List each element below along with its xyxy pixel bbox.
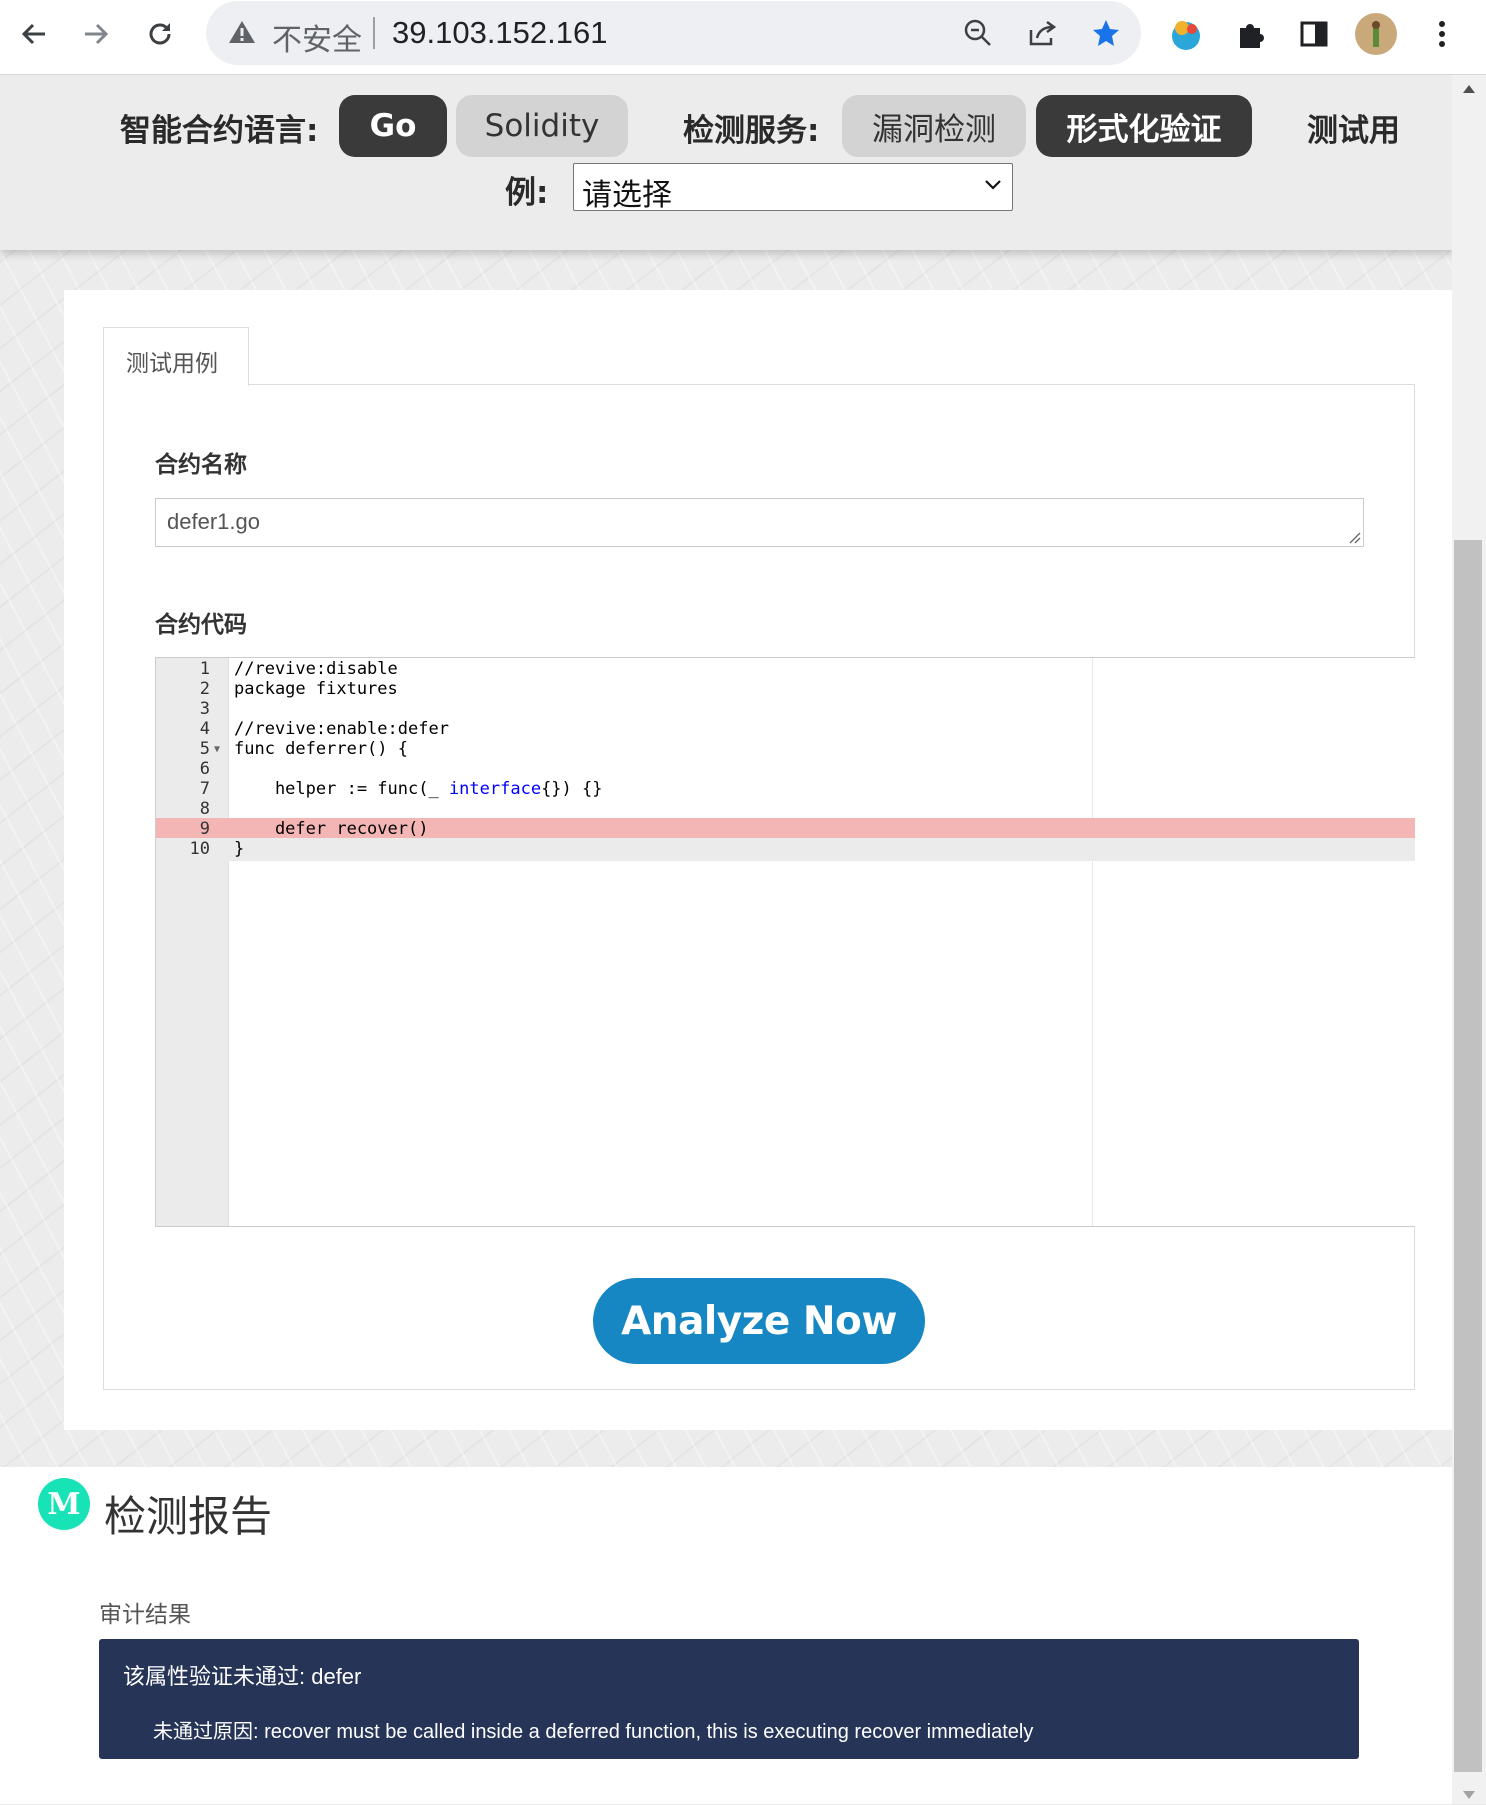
- tab-test-cases[interactable]: 测试用例: [103, 327, 249, 386]
- extensions-puzzle-icon[interactable]: [1228, 12, 1272, 56]
- address-bar[interactable]: 不安全 39.103.152.161: [206, 1, 1141, 65]
- example-label-part2: 例:: [505, 175, 549, 211]
- selector-bar: 智能合约语言: Go Solidity 检测服务: 漏洞检测 形式化验证 测试用…: [0, 75, 1452, 250]
- audit-result-label: 审计结果: [99, 1602, 191, 1628]
- m-logo-icon: M: [38, 1478, 90, 1530]
- analyze-now-button[interactable]: Analyze Now: [593, 1278, 925, 1364]
- scrollbar[interactable]: [1452, 75, 1486, 1804]
- result-title: 该属性验证未通过: defer: [123, 1664, 362, 1689]
- chevron-down-icon: [984, 178, 1002, 196]
- contract-name-value: defer1.go: [167, 509, 260, 534]
- scrollbar-thumb[interactable]: [1454, 540, 1482, 1772]
- service-label: 检测服务:: [683, 113, 820, 149]
- service-formal-button[interactable]: 形式化验证: [1036, 95, 1252, 157]
- reload-icon[interactable]: [140, 14, 180, 54]
- report-section: M 检测报告 审计结果 该属性验证未通过: defer 未通过原因: recov…: [0, 1467, 1452, 1804]
- service-vuln-button[interactable]: 漏洞检测: [842, 95, 1026, 157]
- bookmark-star-icon[interactable]: [1086, 13, 1126, 53]
- example-select-value: 请选择: [582, 178, 672, 213]
- scroll-up-icon[interactable]: [1462, 81, 1476, 99]
- warning-icon: [228, 19, 256, 50]
- result-alert: 该属性验证未通过: defer 未通过原因: recover must be c…: [99, 1639, 1359, 1759]
- divider: [373, 17, 375, 49]
- code-text: }: [234, 839, 245, 859]
- code-line[interactable]: 10}: [156, 838, 1415, 861]
- contract-code-label: 合约代码: [155, 612, 247, 638]
- lang-label: 智能合约语言:: [120, 113, 319, 149]
- line-number: 10: [189, 839, 210, 859]
- zoom-icon[interactable]: [958, 13, 998, 53]
- security-text: 不安全: [272, 23, 362, 58]
- example-label-part1: 测试用: [1307, 113, 1400, 149]
- contract-name-input[interactable]: defer1.go: [155, 498, 1364, 547]
- code-editor[interactable]: 1//revive:disable 2 package fixtures 3 4//re…: [155, 657, 1415, 1227]
- back-icon[interactable]: [14, 14, 54, 54]
- page-viewport: 智能合约语言: Go Solidity 检测服务: 漏洞检测 形式化验证 测试用…: [0, 75, 1452, 1804]
- browser-toolbar: 不安全 39.103.152.161: [0, 0, 1486, 75]
- tab-label: 测试用例: [126, 351, 218, 377]
- result-reason: 未通过原因: recover must be called inside a d…: [153, 1721, 1034, 1743]
- avatar[interactable]: [1354, 12, 1398, 56]
- resize-handle-icon[interactable]: [1347, 530, 1361, 544]
- forward-icon[interactable]: [76, 14, 116, 54]
- menu-kebab-icon[interactable]: [1420, 12, 1464, 56]
- url-text[interactable]: 39.103.152.161: [392, 15, 608, 51]
- extension-globe-icon[interactable]: [1164, 12, 1208, 56]
- example-select[interactable]: 请选择: [573, 163, 1013, 213]
- share-icon[interactable]: [1022, 13, 1062, 53]
- contract-name-label: 合约名称: [155, 452, 247, 478]
- lang-solidity-button[interactable]: Solidity: [456, 95, 628, 157]
- scroll-down-icon[interactable]: [1462, 1787, 1476, 1805]
- report-title: 检测报告: [104, 1492, 273, 1541]
- side-panel-icon[interactable]: [1292, 12, 1336, 56]
- lang-go-button[interactable]: Go: [339, 95, 447, 157]
